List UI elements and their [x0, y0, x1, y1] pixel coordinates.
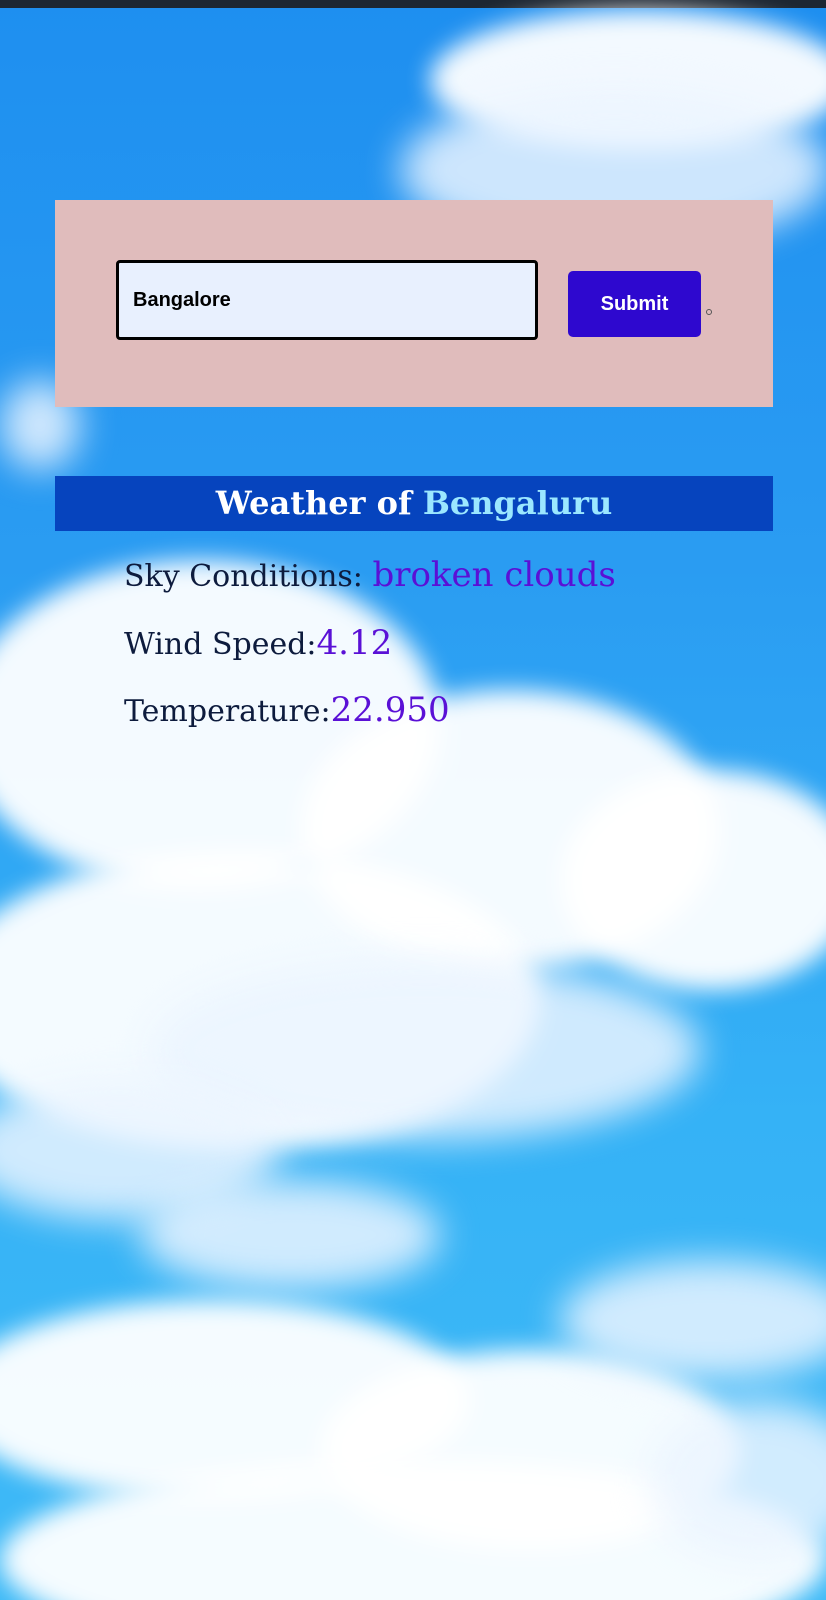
- city-input[interactable]: [116, 260, 538, 340]
- weather-title-city: Bengaluru: [422, 484, 613, 522]
- submit-button[interactable]: Submit: [568, 271, 701, 337]
- temperature-row: Temperature:22.950: [124, 690, 450, 730]
- temperature-value: 22.950: [330, 690, 450, 730]
- sky-conditions-label: Sky Conditions:: [124, 559, 373, 594]
- wind-speed-label: Wind Speed:: [124, 627, 317, 662]
- weather-title-prefix: Weather of: [215, 484, 423, 522]
- sky-conditions-value: broken clouds: [372, 555, 616, 595]
- wind-speed-row: Wind Speed:4.12: [124, 623, 392, 663]
- sky-conditions-row: Sky Conditions: broken clouds: [124, 555, 616, 595]
- wind-speed-value: 4.12: [316, 623, 393, 663]
- weather-title-bar: Weather of Bengaluru: [55, 476, 773, 531]
- search-form-panel: Submit: [55, 200, 773, 407]
- dot-icon: [706, 309, 712, 315]
- temperature-label: Temperature:: [124, 694, 331, 729]
